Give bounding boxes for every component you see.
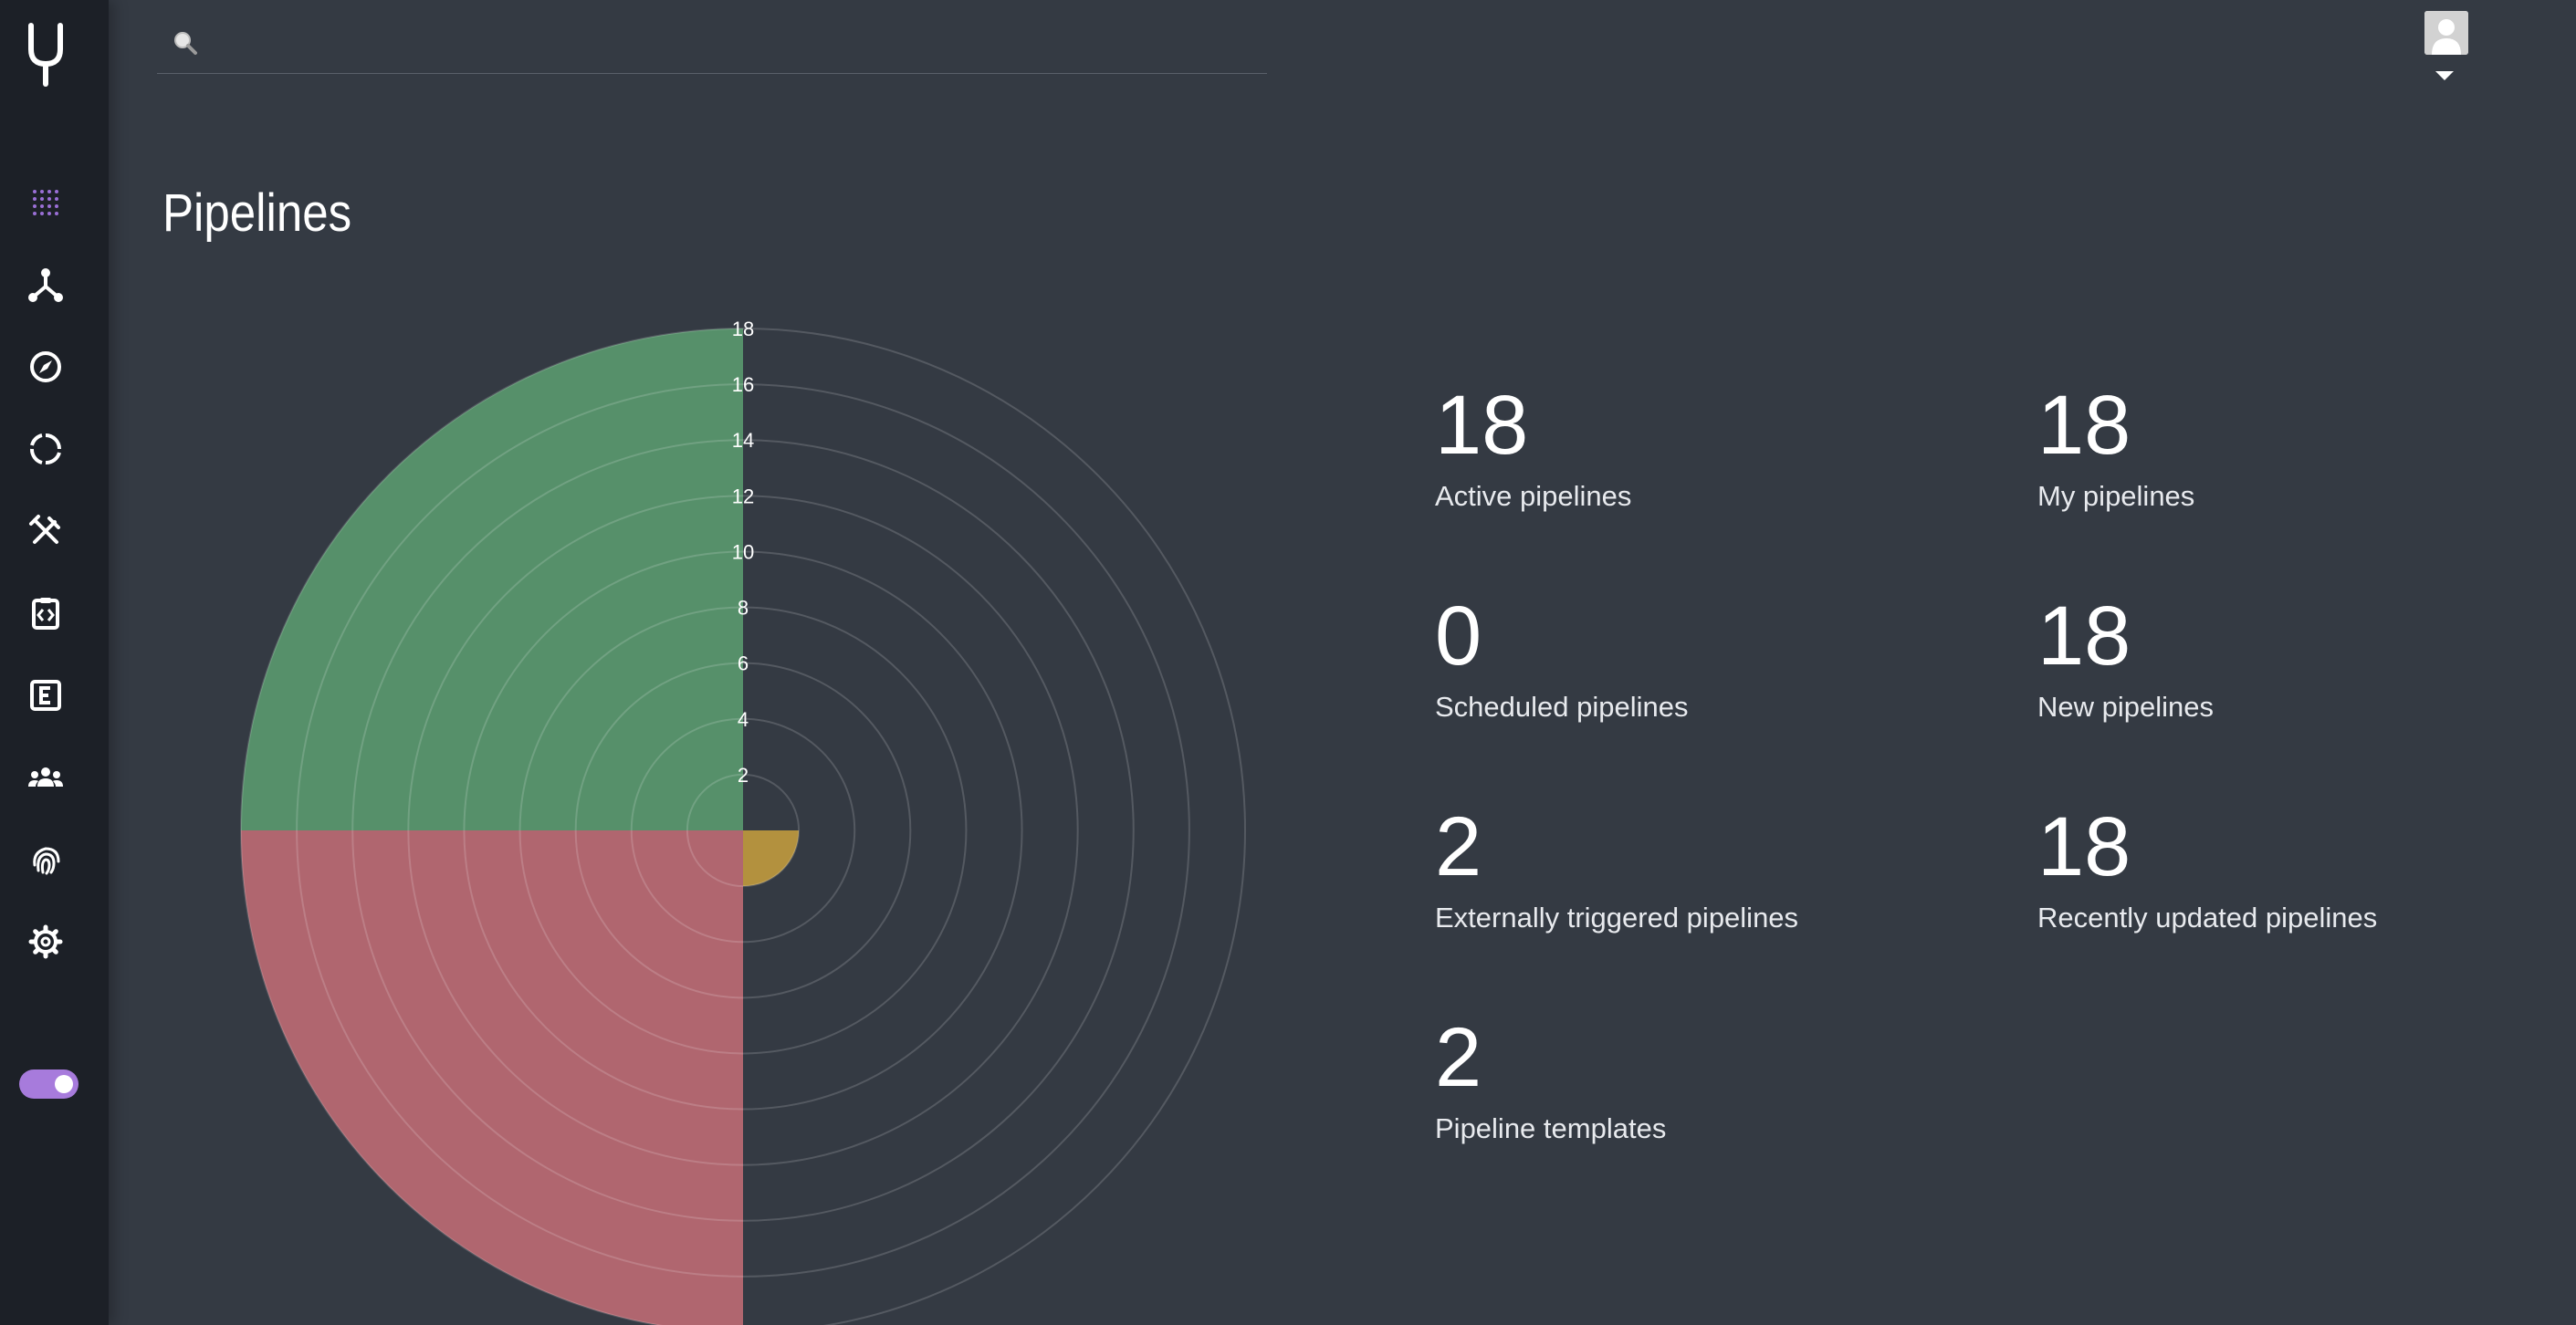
avatar[interactable] <box>2424 11 2468 55</box>
stat-my-pipelines: 18 My pipelines <box>2037 380 2576 513</box>
search-bar[interactable] <box>157 16 1267 74</box>
stat-label: Scheduled pipelines <box>1435 691 1689 723</box>
chart-tick-label: 12 <box>732 485 754 507</box>
stat-label: Externally triggered pipelines <box>1435 902 1799 934</box>
stat-label: Active pipelines <box>1435 480 1632 512</box>
stat-externally-triggered-pipelines: 2 Externally triggered pipelines <box>1435 801 1983 934</box>
stat-active-pipelines: 18 Active pipelines <box>1435 380 1983 513</box>
pipelines-network-icon[interactable] <box>26 265 66 305</box>
compass-svg <box>30 351 61 382</box>
stat-value: 2 <box>1435 1011 1482 1104</box>
stat-label: New pipelines <box>2037 691 2214 723</box>
logo-icon[interactable] <box>26 22 66 88</box>
chart-tick-label: 10 <box>732 540 754 563</box>
stat-recently-updated-pipelines: 18 Recently updated pipelines <box>2037 801 2576 934</box>
chart-tick-label: 18 <box>732 318 754 340</box>
chart-segment[interactable] <box>241 830 743 1325</box>
build-tools-icon[interactable] <box>26 511 66 551</box>
stat-value: 0 <box>1435 589 1482 683</box>
stat-label: My pipelines <box>2037 480 2195 512</box>
code-clipboard-icon[interactable] <box>26 593 66 633</box>
stat-value: 18 <box>1435 379 1529 472</box>
compass-icon[interactable] <box>26 347 66 387</box>
settings-gear-icon[interactable] <box>26 922 66 962</box>
chart-tick-label: 6 <box>738 652 749 675</box>
chart-tick-label: 2 <box>738 764 749 787</box>
chart-tick-label: 8 <box>738 597 749 620</box>
code-clipboard-svg <box>32 598 59 630</box>
build-tools-svg <box>29 515 60 544</box>
chart-tick-label: 14 <box>732 429 754 452</box>
page-title: Pipelines <box>162 183 352 243</box>
stat-value: 18 <box>2037 379 2131 472</box>
entity-e-icon[interactable] <box>26 675 66 715</box>
chart-tick-label: 16 <box>732 373 754 396</box>
user-menu-caret-icon[interactable] <box>2435 71 2454 80</box>
search-input[interactable] <box>212 24 1256 66</box>
users-group-icon[interactable] <box>26 757 66 798</box>
stat-value: 18 <box>2037 589 2131 683</box>
stat-label: Pipeline templates <box>1435 1112 1667 1144</box>
users-group-svg <box>28 767 63 787</box>
stat-value: 2 <box>1435 800 1482 893</box>
sidebar <box>0 0 109 1325</box>
dashboard-dots-svg <box>33 190 58 215</box>
fingerprint-svg <box>33 847 60 875</box>
settings-gear-svg <box>28 924 63 959</box>
stat-scheduled-pipelines: 0 Scheduled pipelines <box>1435 590 1983 724</box>
circle-arrows-icon[interactable] <box>26 429 66 469</box>
pipelines-polar-chart: 2 4 6 8 10 12 14 16 18 <box>240 318 1246 1325</box>
stat-new-pipelines: 18 New pipelines <box>2037 590 2576 724</box>
search-icon <box>174 32 197 55</box>
fingerprint-icon[interactable] <box>26 840 66 880</box>
pipelines-network-svg <box>28 268 63 302</box>
chart-segment[interactable] <box>241 329 743 830</box>
stat-pipeline-templates: 2 Pipeline templates <box>1435 1012 1983 1145</box>
toggle-knob <box>55 1075 73 1093</box>
entity-e-svg <box>30 680 61 711</box>
chart-tick-label: 4 <box>738 708 749 731</box>
circle-arrows-svg <box>30 433 61 464</box>
stat-value: 18 <box>2037 800 2131 893</box>
dashboard-dots-icon[interactable] <box>26 183 66 223</box>
user-silhouette-icon <box>2424 11 2468 55</box>
theme-toggle[interactable] <box>19 1069 79 1099</box>
stat-label: Recently updated pipelines <box>2037 902 2378 934</box>
